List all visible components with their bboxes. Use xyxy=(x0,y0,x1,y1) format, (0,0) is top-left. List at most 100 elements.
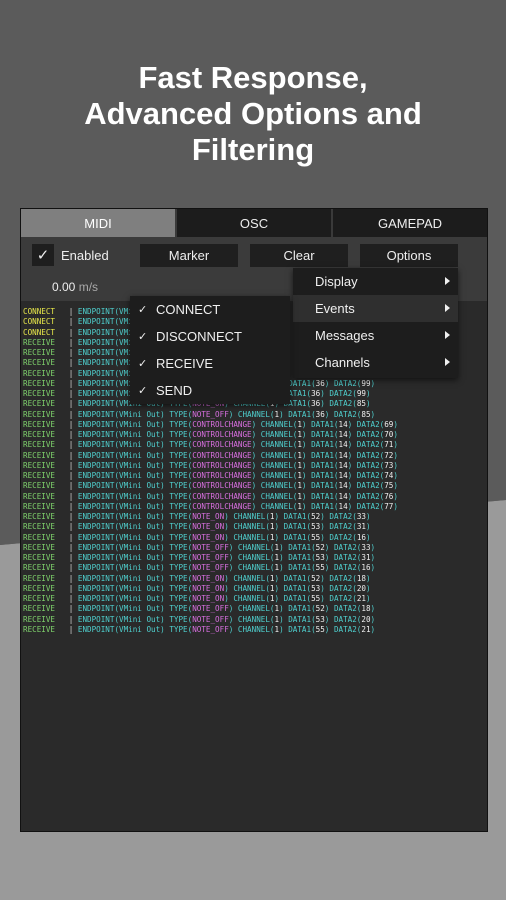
events-item-disconnect[interactable]: ✓ DISCONNECT xyxy=(130,323,290,350)
enabled-checkbox[interactable]: ✓ xyxy=(32,244,54,266)
tab-osc[interactable]: OSC xyxy=(177,209,333,237)
log-type-label: TYPE( xyxy=(164,573,193,583)
log-data1-value: 53 xyxy=(311,522,321,532)
log-endpoint: ENDPOINT(VMini Out) xyxy=(77,512,165,521)
log-type-value: CONTROLCHANGE xyxy=(192,460,252,470)
log-close-paren: ) xyxy=(365,399,371,409)
log-data1-label: ) DATA1( xyxy=(279,563,316,573)
log-row: RECEIVE | ENDPOINT(VMini Out) TYPE(NOTE_… xyxy=(23,625,485,635)
log-close-paren: ) xyxy=(370,409,376,419)
log-data2-value: 31 xyxy=(356,522,366,532)
log-data2-value: 33 xyxy=(361,542,371,552)
events-item-receive[interactable]: ✓ RECEIVE xyxy=(130,350,290,377)
log-separator: | xyxy=(59,604,78,614)
log-row: RECEIVE | ENDPOINT(VMini Out) TYPE(CONTR… xyxy=(23,502,485,512)
events-item-label: RECEIVE xyxy=(156,356,214,371)
log-close-paren: ) xyxy=(370,604,376,614)
log-data2-label: ) DATA2( xyxy=(320,532,357,542)
log-data2-label: ) DATA2( xyxy=(347,440,385,450)
menu-item-events[interactable]: Events xyxy=(293,295,458,322)
check-icon: ✓ xyxy=(36,247,50,264)
log-data1-value: 36 xyxy=(311,389,321,398)
log-channel-label: ) CHANNEL( xyxy=(251,471,298,480)
menu-item-channels[interactable]: Channels xyxy=(293,349,458,376)
log-endpoint: ENDPOINT(VMini Out) xyxy=(77,532,165,542)
log-data1-label: ) DATA1( xyxy=(301,471,339,480)
log-row: RECEIVE | ENDPOINT(VMini Out) TYPE(NOTE_… xyxy=(23,563,485,573)
chevron-right-icon xyxy=(445,277,450,285)
log-type-label: TYPE( xyxy=(164,450,193,460)
log-separator: | xyxy=(59,460,78,470)
events-item-connect[interactable]: ✓ CONNECT xyxy=(130,296,290,323)
log-data1-value: 55 xyxy=(315,624,325,634)
marker-button[interactable]: Marker xyxy=(140,244,238,267)
log-type-value: NOTE_ON xyxy=(192,512,225,521)
log-separator: | xyxy=(59,419,78,429)
log-type-value: NOTE_OFF xyxy=(192,409,229,419)
log-event: RECEIVE xyxy=(23,348,60,357)
check-icon: ✓ xyxy=(138,358,148,370)
log-data1-value: 36 xyxy=(311,399,321,409)
log-close-paren: ) xyxy=(393,450,398,460)
log-event: RECEIVE xyxy=(23,604,60,614)
log-close-paren: ) xyxy=(365,583,371,593)
log-data2-value: 16 xyxy=(361,563,371,573)
clear-button[interactable]: Clear xyxy=(250,244,348,267)
log-close-paren: ) xyxy=(365,389,371,398)
log-data2-label: ) DATA2( xyxy=(324,614,362,624)
log-type-label: TYPE( xyxy=(164,460,193,470)
log-data1-value: 14 xyxy=(338,460,348,470)
menu-item-display[interactable]: Display xyxy=(293,268,458,295)
log-data1-value: 36 xyxy=(315,378,325,388)
log-type-value: NOTE_OFF xyxy=(192,614,229,624)
options-menu: Display Events Messages Channels xyxy=(293,268,458,378)
tab-gamepad[interactable]: GAMEPAD xyxy=(333,209,487,237)
log-type-label: TYPE( xyxy=(164,430,193,439)
log-channel-label: ) CHANNEL( xyxy=(224,512,270,521)
events-item-send[interactable]: ✓ SEND xyxy=(130,377,290,404)
log-close-paren: ) xyxy=(365,512,371,521)
log-type-value: CONTROLCHANGE xyxy=(192,491,252,501)
log-row: RECEIVE | ENDPOINT(VMini Out) TYPE(NOTE_… xyxy=(23,574,485,584)
log-data1-label: ) DATA1( xyxy=(274,573,312,583)
log-type-label: TYPE( xyxy=(164,522,193,532)
log-row: RECEIVE | ENDPOINT(VMini Out) TYPE(CONTR… xyxy=(23,440,485,450)
log-separator: | xyxy=(59,430,78,439)
log-data1-label: ) DATA1( xyxy=(274,522,312,532)
log-data1-label: ) DATA1( xyxy=(274,594,312,603)
menu-item-messages[interactable]: Messages xyxy=(293,322,458,349)
log-endpoint: ENDPOINT(VMini Out) xyxy=(77,594,165,603)
log-close-paren: ) xyxy=(393,481,398,491)
events-submenu: ✓ CONNECT ✓ DISCONNECT ✓ RECEIVE ✓ SEND xyxy=(130,296,290,404)
log-data1-label: ) DATA1( xyxy=(274,532,312,542)
log-endpoint: ENDPOINT(VMini Out) xyxy=(77,481,165,491)
log-type-value: CONTROLCHANGE xyxy=(192,501,252,511)
log-type-value: NOTE_ON xyxy=(192,522,225,532)
log-endpoint: ENDPOINT(VMini Out) xyxy=(77,583,165,593)
log-channel-label: ) CHANNEL( xyxy=(228,614,275,624)
log-type-label: TYPE( xyxy=(164,553,193,562)
log-event: RECEIVE xyxy=(23,501,60,511)
log-close-paren: ) xyxy=(370,553,376,562)
log-separator: | xyxy=(59,307,78,316)
log-type-value: NOTE_ON xyxy=(192,532,225,542)
tab-midi[interactable]: MIDI xyxy=(21,209,177,237)
log-data1-value: 55 xyxy=(311,532,321,542)
log-type-label: TYPE( xyxy=(164,419,193,429)
headline-line-3: Filtering xyxy=(191,132,315,167)
log-row: RECEIVE | ENDPOINT(VMini Out) TYPE(NOTE_… xyxy=(23,522,485,532)
log-event: RECEIVE xyxy=(23,573,60,583)
log-data2-label: ) DATA2( xyxy=(324,409,362,419)
check-icon: ✓ xyxy=(138,304,148,316)
log-event: RECEIVE xyxy=(23,491,60,501)
log-data2-label: ) DATA2( xyxy=(320,522,357,532)
log-data1-label: ) DATA1( xyxy=(279,614,316,624)
options-button[interactable]: Options xyxy=(360,244,458,267)
log-type-label: TYPE( xyxy=(164,440,193,450)
log-event: RECEIVE xyxy=(23,481,60,491)
log-data2-label: ) DATA2( xyxy=(347,491,385,501)
log-channel-label: ) CHANNEL( xyxy=(251,501,298,511)
speed-unit: m/s xyxy=(78,280,99,294)
log-row: RECEIVE | ENDPOINT(VMini Out) TYPE(NOTE_… xyxy=(23,604,485,614)
log-type-value: NOTE_OFF xyxy=(192,604,229,614)
